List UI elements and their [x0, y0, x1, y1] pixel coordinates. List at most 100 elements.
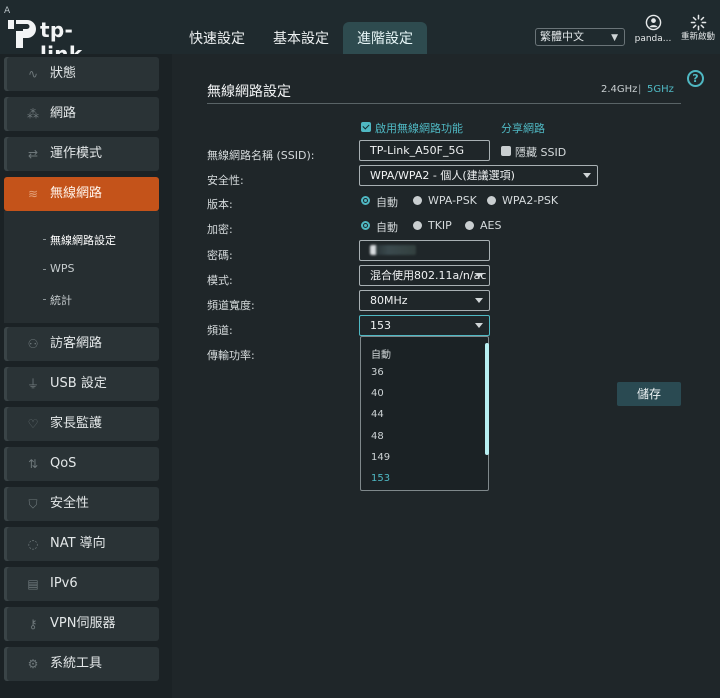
reboot-button[interactable]: 重新啟動 — [679, 14, 717, 54]
encryption-aes-radio[interactable] — [465, 221, 474, 230]
wireless-submenu: 無線網路設定 WPS 統計 — [4, 211, 159, 323]
sidebar-item-label: 網路 — [50, 106, 77, 121]
sidebar-item-guest[interactable]: ⚇ 訪客網路 — [4, 327, 159, 361]
reboot-icon — [690, 14, 706, 31]
language-value: 繁體中文 — [540, 30, 584, 43]
version-auto-label: 自動 — [376, 196, 398, 209]
security-value: WPA/WPA2 - 個人(建議選項) — [370, 169, 515, 182]
channel-dropdown-list: 自動 36 40 44 48 149 153 — [360, 336, 489, 491]
version-wpa2-psk-radio[interactable] — [487, 196, 496, 205]
encryption-tkip-radio[interactable] — [413, 221, 422, 230]
mode-select[interactable]: 混合使用802.11a/n/ac — [359, 265, 490, 286]
channel-option-149[interactable]: 149 — [371, 452, 390, 463]
usb-icon: ⏚ — [26, 377, 39, 391]
password-blurred-value — [370, 245, 416, 255]
version-auto-radio[interactable] — [361, 196, 370, 205]
ipv6-icon: ▤ — [27, 577, 39, 591]
help-icon[interactable]: ? — [687, 70, 704, 87]
chevron-down-icon — [475, 298, 483, 303]
wifi-icon: ≋ — [27, 187, 39, 201]
channel-width-value: 80MHz — [370, 294, 408, 307]
sidebar-item-ipv6[interactable]: ▤ IPv6 — [4, 567, 159, 601]
sidebar-item-label: VPN伺服器 — [50, 616, 116, 631]
nat-icon: ◌ — [27, 537, 39, 551]
top-header: A tp-link 快速設定 基本設定 進階設定 繁體中文 ▼ panda... — [0, 0, 720, 66]
encryption-auto-label: 自動 — [376, 221, 398, 234]
dropdown-scrollbar[interactable] — [485, 343, 489, 455]
tab-advanced[interactable]: 進階設定 — [343, 22, 427, 54]
sidebar-item-vpn[interactable]: ⚷ VPN伺服器 — [4, 607, 159, 641]
sidebar-item-label: 系統工具 — [50, 656, 103, 671]
version-wpa2-psk-label: WPA2-PSK — [502, 194, 559, 207]
save-button[interactable]: 儲存 — [617, 382, 681, 406]
sidebar-item-label: 狀態 — [50, 66, 77, 81]
submenu-wireless-settings[interactable]: 無線網路設定 — [43, 232, 116, 248]
sidebar-item-label: USB 設定 — [50, 376, 107, 391]
tools-icon: ⚙ — [27, 657, 39, 671]
account-button[interactable]: panda... — [633, 14, 673, 48]
sidebar-item-operation-mode[interactable]: ⇄ 運作模式 — [4, 137, 159, 171]
sidebar-item-label: QoS — [50, 456, 77, 471]
tab-quick-setup[interactable]: 快速設定 — [175, 22, 259, 54]
channel-option-44[interactable]: 44 — [371, 409, 384, 420]
chevron-down-icon — [475, 323, 483, 328]
ssid-input[interactable]: TP-Link_A50F_5G — [359, 140, 490, 161]
channel-option-40[interactable]: 40 — [371, 388, 384, 399]
mode-value: 混合使用802.11a/n/ac — [370, 269, 487, 282]
network-icon: ⁂ — [27, 107, 39, 121]
hide-ssid-checkbox[interactable] — [501, 146, 511, 156]
channel-option-48[interactable]: 48 — [371, 431, 384, 442]
vpn-icon: ⚷ — [28, 617, 38, 631]
channel-option-153[interactable]: 153 — [371, 473, 390, 484]
encryption-label: 加密: — [207, 223, 233, 236]
channel-value: 153 — [370, 319, 391, 332]
channel-width-label: 頻道寬度: — [207, 299, 255, 312]
mode-icon: ⇄ — [27, 147, 39, 161]
guest-icon: ⚇ — [27, 337, 39, 351]
version-wpa-psk-label: WPA-PSK — [428, 194, 477, 207]
tab-basic[interactable]: 基本設定 — [259, 22, 343, 54]
page-title: 無線網路設定 — [207, 84, 291, 100]
enable-wireless-checkbox[interactable] — [361, 122, 371, 132]
sidebar-item-label: IPv6 — [50, 576, 78, 591]
shield-icon: ⛉ — [28, 497, 38, 511]
submenu-statistics[interactable]: 統計 — [43, 292, 72, 308]
language-select[interactable]: 繁體中文 ▼ — [535, 28, 625, 46]
sidebar-item-network[interactable]: ⁂ 網路 — [4, 97, 159, 131]
channel-select[interactable]: 153 — [359, 315, 490, 336]
reboot-label: 重新啟動 — [680, 32, 715, 42]
share-network-link[interactable]: 分享網路 — [501, 120, 545, 136]
channel-option-36[interactable]: 36 — [371, 367, 384, 378]
submenu-wps[interactable]: WPS — [43, 262, 75, 275]
mode-label: 模式: — [207, 274, 233, 287]
sidebar-item-qos[interactable]: ⇅ QoS — [4, 447, 159, 481]
band-24ghz-link[interactable]: 2.4GHz — [601, 84, 637, 95]
sidebar-item-usb[interactable]: ⏚ USB 設定 — [4, 367, 159, 401]
sidebar-item-wireless[interactable]: ≋ 無線網路 — [4, 177, 159, 211]
sidebar-item-label: 無線網路 — [50, 186, 103, 201]
sidebar-item-label: 運作模式 — [50, 146, 103, 161]
hide-ssid-label: 隱藏 SSID — [515, 146, 567, 159]
sidebar-item-nat[interactable]: ◌ NAT 導向 — [4, 527, 159, 561]
status-icon: ∿ — [27, 67, 39, 81]
account-label: panda... — [634, 34, 672, 44]
chevron-down-icon: ▼ — [611, 33, 618, 43]
sidebar-item-label: 家長監護 — [50, 416, 103, 431]
sidebar-item-system-tools[interactable]: ⚙ 系統工具 — [4, 647, 159, 681]
security-select[interactable]: WPA/WPA2 - 個人(建議選項) — [359, 165, 598, 186]
tp-link-mark-icon — [8, 20, 36, 48]
sidebar-item-label: 訪客網路 — [50, 336, 103, 351]
top-tab-bar: 快速設定 基本設定 進階設定 — [175, 22, 427, 54]
channel-width-select[interactable]: 80MHz — [359, 290, 490, 311]
ssid-label: 無線網路名稱 (SSID): — [207, 149, 315, 162]
tp-link-logo[interactable]: A tp-link — [4, 6, 114, 66]
encryption-aes-label: AES — [480, 219, 502, 232]
channel-option-auto[interactable]: 自動 — [371, 346, 391, 361]
band-5ghz-link[interactable]: 5GHz — [647, 84, 674, 95]
version-wpa-psk-radio[interactable] — [413, 196, 422, 205]
title-divider — [207, 103, 681, 104]
sidebar-item-status[interactable]: ∿ 狀態 — [4, 57, 159, 91]
encryption-auto-radio[interactable] — [361, 221, 370, 230]
sidebar-item-parental[interactable]: ♡ 家長監護 — [4, 407, 159, 441]
sidebar-item-security[interactable]: ⛉ 安全性 — [4, 487, 159, 521]
